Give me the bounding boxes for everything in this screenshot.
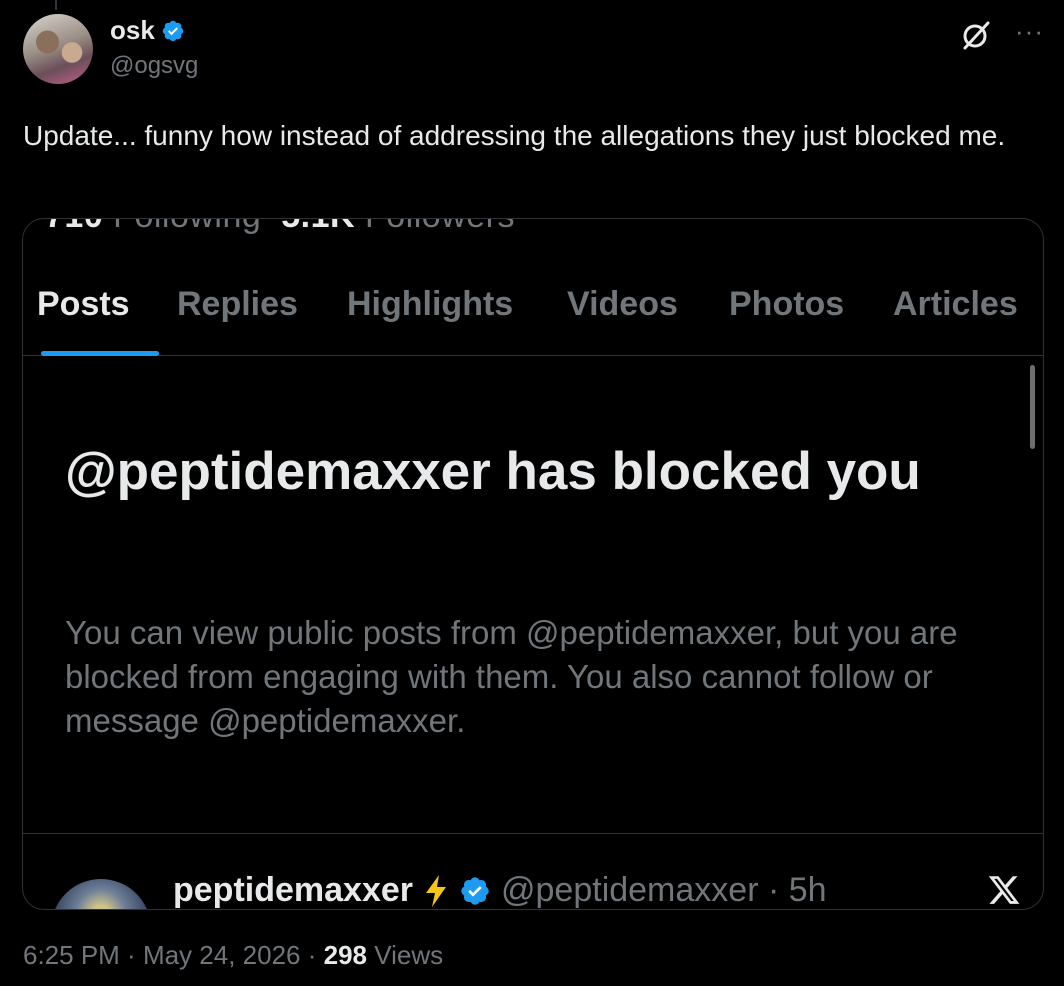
tweet-text: Update... funny how instead of addressin… (23, 120, 1006, 151)
scrollbar[interactable] (1030, 365, 1035, 449)
blocked-title: @peptidemaxxer has blocked you (65, 442, 921, 501)
profile-stats-cropped: 710 Following 5.1K Followers (45, 219, 515, 236)
divider (23, 833, 1043, 834)
post-preview-row: peptidemaxxer @peptidemaxxer · 5h (23, 869, 1043, 909)
author-name-row: osk (110, 15, 198, 46)
verified-badge-icon (162, 20, 184, 41)
tab-label: Videos (567, 285, 678, 323)
tweet-footer: 6:25 PM · May 24, 2026 · 298 Views (23, 940, 443, 971)
tweet-time[interactable]: 6:25 PM (23, 940, 120, 970)
followers-label: Followers (355, 219, 515, 235)
following-label: Following (103, 219, 261, 235)
author-block: osk @ogsvg (110, 15, 198, 80)
tab-label: Photos (729, 285, 845, 323)
thread-connector-line (55, 0, 57, 10)
separator: · (300, 940, 324, 970)
separator: · (119, 940, 143, 970)
verified-badge-icon (461, 876, 489, 905)
active-tab-indicator (41, 351, 159, 356)
views-count[interactable]: 298 (324, 940, 367, 970)
tab-label: Highlights (347, 285, 514, 323)
tab-label: Posts (37, 285, 130, 323)
tab-articles[interactable]: Articles (893, 279, 1018, 355)
x-logo-icon (988, 876, 1020, 904)
blocked-description: You can view public posts from @peptidem… (65, 614, 958, 739)
author-name[interactable]: osk (110, 15, 155, 46)
post-meta: peptidemaxxer @peptidemaxxer · 5h (173, 871, 827, 909)
tab-posts[interactable]: Posts (37, 279, 159, 356)
more-icon[interactable]: ··· (1015, 18, 1044, 44)
tab-replies[interactable]: Replies (177, 279, 298, 355)
followers-count: 5.1K (281, 219, 355, 235)
post-handle-time: @peptidemaxxer · 5h (501, 871, 827, 909)
attached-screenshot[interactable]: 710 Following 5.1K Followers Posts Repli… (22, 218, 1044, 910)
following-count: 710 (45, 219, 103, 235)
author-avatar[interactable] (23, 14, 93, 84)
post-author-avatar (51, 879, 151, 909)
tweet-top-actions: ··· (959, 18, 1044, 52)
tab-photos[interactable]: Photos (729, 279, 844, 355)
grok-icon[interactable] (959, 18, 993, 52)
profile-tabs: Posts Replies Highlights Videos Photos A… (23, 279, 1043, 356)
tab-label: Replies (177, 285, 298, 323)
views-label: Views (367, 940, 444, 970)
tab-videos[interactable]: Videos (567, 279, 678, 355)
tab-label: Articles (893, 285, 1018, 323)
author-handle[interactable]: @ogsvg (110, 52, 198, 80)
tab-highlights[interactable]: Highlights (347, 279, 513, 355)
post-author-name: peptidemaxxer (173, 871, 413, 909)
tweet-date[interactable]: May 24, 2026 (143, 940, 301, 970)
lightning-bolt-icon (426, 874, 446, 907)
